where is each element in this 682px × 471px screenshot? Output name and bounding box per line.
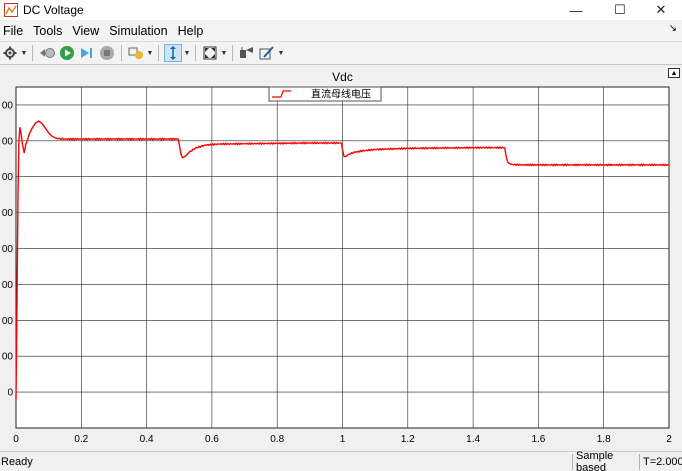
x-tick-label: 0.8 [270, 434, 284, 445]
window-title: DC Voltage [23, 3, 84, 17]
settings-icon[interactable] [1, 44, 19, 62]
menu-tools[interactable]: Tools [28, 24, 67, 38]
toolbar-separator [232, 45, 233, 61]
sample-mode-label: Sample based [572, 450, 639, 471]
menu-simulation[interactable]: Simulation [104, 24, 172, 38]
vdc-chart[interactable]: 00000000000000000 0 0.2 0.4 0.6 0.8 1 1.2 1.4 1.… [0, 66, 682, 450]
zoom-dropdown-icon[interactable]: ▼ [220, 44, 228, 62]
x-tick-label: 1.4 [466, 434, 480, 445]
stop-icon[interactable] [98, 44, 116, 62]
back-icon[interactable] [38, 44, 56, 62]
y-tick-label: 00 [2, 316, 14, 327]
x-tick-label: 0 [13, 434, 19, 445]
restore-axes-icon[interactable]: ▲ [668, 68, 680, 78]
chart-title: Vdc [332, 70, 353, 84]
x-tick-label: 1.6 [531, 434, 545, 445]
toolbar-separator [158, 45, 159, 61]
cursor-dropdown-icon[interactable]: ▼ [183, 44, 191, 62]
menu-view[interactable]: View [67, 24, 104, 38]
window-titlebar: DC Voltage — ☐ ✕ [0, 0, 682, 20]
undock-icon[interactable]: ↘ [669, 23, 677, 34]
simulation-time-label: T=2.000 [639, 454, 682, 470]
zoom-fit-icon[interactable] [201, 44, 219, 62]
y-tick-label: 00 [2, 172, 14, 183]
legend-label: 直流母线电压 [311, 88, 371, 101]
toolbar-separator [32, 45, 33, 61]
y-tick-label: 00 [2, 280, 14, 291]
y-tick-label: 00 [2, 244, 14, 255]
highlight-dropdown-icon[interactable]: ▼ [146, 44, 154, 62]
menu-bar: File Tools View Simulation Help [0, 21, 682, 41]
status-bar: Ready Sample based T=2.000 [0, 450, 682, 471]
toolbar-separator [121, 45, 122, 61]
status-text: Ready [1, 455, 33, 468]
edit-dropdown-icon[interactable]: ▼ [277, 44, 285, 62]
x-tick-label: 0.2 [74, 434, 88, 445]
x-tick-label: 1 [340, 434, 346, 445]
highlight-icon[interactable] [127, 44, 145, 62]
settings-dropdown-icon[interactable]: ▼ [20, 44, 28, 62]
x-tick-label: 0.4 [140, 434, 154, 445]
x-tick-label: 1.8 [597, 434, 611, 445]
toolbar-separator [195, 45, 196, 61]
maximize-button[interactable]: ☐ [597, 0, 643, 20]
signal-icon[interactable] [238, 44, 256, 62]
scope-plot-area: ▲ 0 00 00 00 00 00 00 00 00 0 0.2 0.4 0.6 0.8 1 1.2 1.4… [0, 66, 682, 450]
toolbar: ▼ ▼ ▼ ▼ ▼ [0, 41, 682, 65]
cursor-icon[interactable] [164, 44, 182, 62]
chart-legend[interactable]: 直流母线电压 [268, 86, 382, 102]
menu-file[interactable]: File [0, 24, 28, 38]
app-icon [4, 3, 18, 17]
x-tick-label: 2 [666, 434, 672, 445]
x-tick-labels: 0 0.2 0.4 0.6 0.8 1 1.2 1.4 1.6 1.8 2 [13, 434, 672, 445]
y-tick-label: 00 [2, 100, 14, 111]
step-forward-icon[interactable] [78, 44, 96, 62]
edit-icon[interactable] [258, 44, 276, 62]
minimize-button[interactable]: — [553, 0, 599, 20]
y-tick-label: 00 [2, 208, 14, 219]
y-tick-labels: 00000000000000000 [2, 100, 14, 398]
y-tick-label: 00 [2, 136, 14, 147]
y-tick-label: 0 [7, 388, 13, 399]
x-tick-label: 1.2 [401, 434, 415, 445]
close-button[interactable]: ✕ [638, 0, 682, 20]
x-tick-label: 0.6 [205, 434, 219, 445]
y-tick-label: 00 [2, 352, 14, 363]
menu-help[interactable]: Help [173, 24, 209, 38]
run-icon[interactable] [58, 44, 76, 62]
